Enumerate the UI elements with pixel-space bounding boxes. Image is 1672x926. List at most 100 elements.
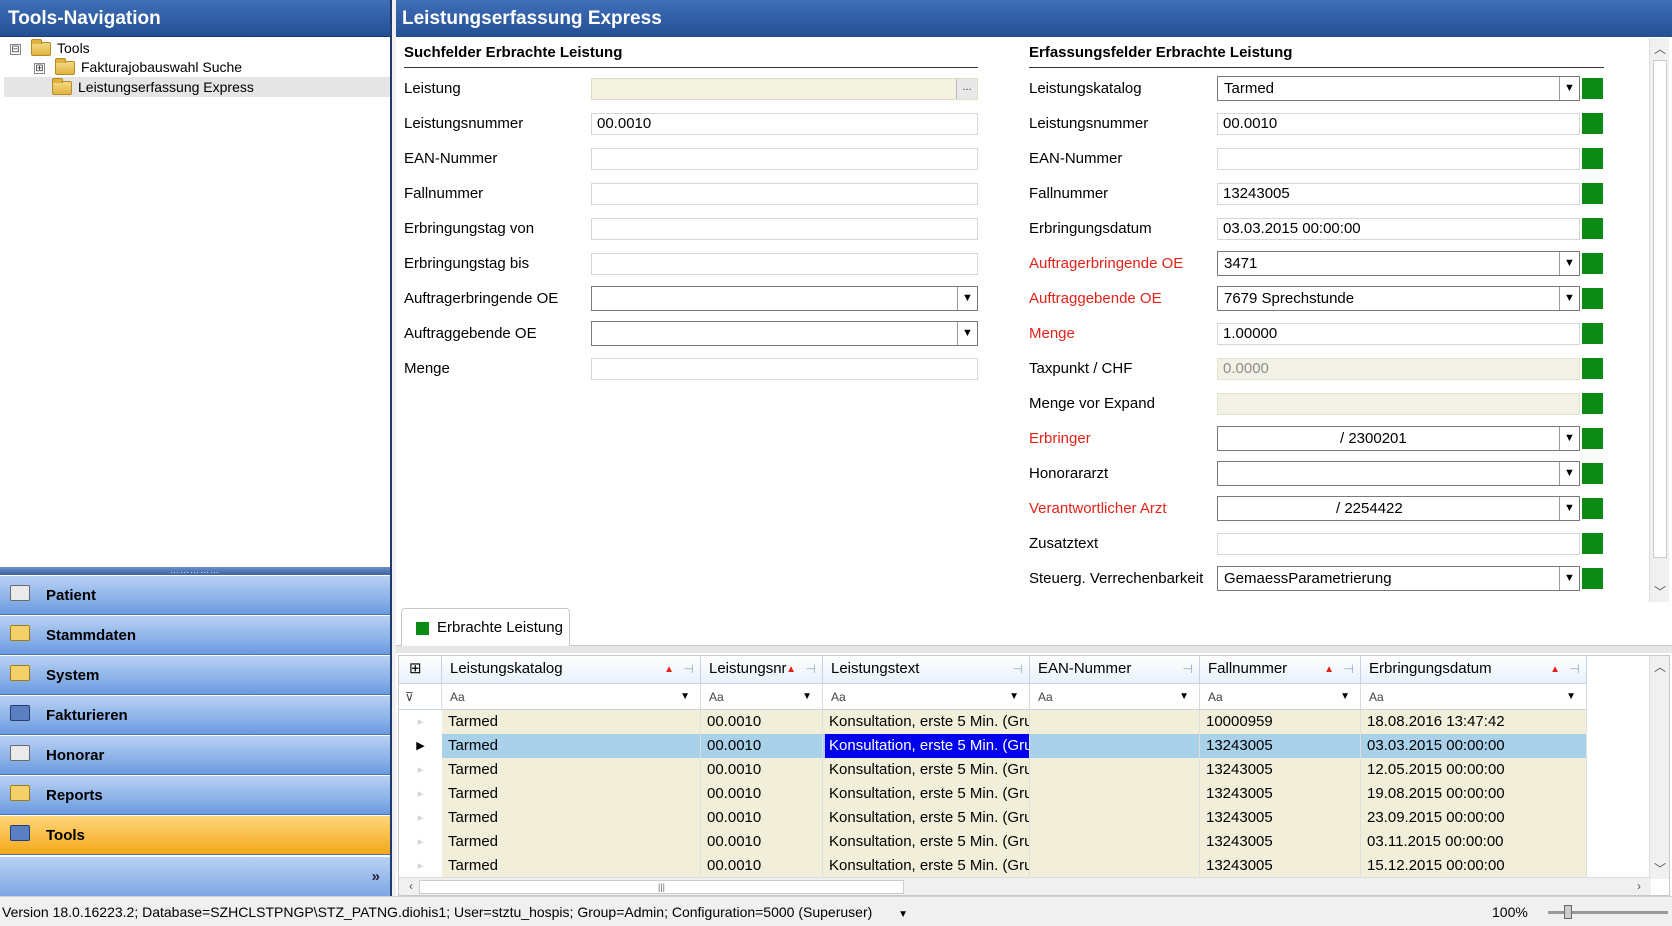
filter-leistungsnr[interactable]: Aa ▼ [701,684,823,710]
table-cell[interactable]: Tarmed [442,758,701,782]
table-cell[interactable]: Konsultation, erste 5 Min. (Grur [823,830,1030,854]
scroll-up-icon[interactable]: ︿ [1650,40,1670,57]
column-header-erbringungsdatum[interactable]: Erbringungsdatum ▲ ⊣ [1361,656,1587,684]
column-chooser-icon[interactable]: ⊞ [399,656,442,684]
table-cell[interactable]: 13243005 [1200,782,1361,806]
search-auftraggebende-oe-select[interactable]: ▼ [591,321,978,346]
nav-button-tools[interactable]: Tools [0,815,390,855]
chevron-down-icon[interactable]: ▼ [1559,427,1579,450]
row-selector[interactable]: ▸ [399,830,442,854]
table-cell[interactable]: Konsultation, erste 5 Min. (Grur [823,710,1030,734]
search-erbringungstag-bis-input[interactable] [591,253,978,275]
row-selector[interactable]: ▸ [399,782,442,806]
pin-icon[interactable]: ⊣ [1344,656,1354,682]
column-header-ean-nummer[interactable]: EAN-Nummer ⊣ [1030,656,1200,684]
table-cell[interactable]: 03.11.2015 00:00:00 [1361,830,1587,854]
filter-leistungskatalog[interactable]: Aa ▼ [442,684,701,710]
search-fallnummer-input[interactable] [591,183,978,205]
scroll-down-icon[interactable]: ﹀ [1650,583,1670,600]
filter-ean-nummer[interactable]: Aa ▼ [1030,684,1200,710]
navigation-splitter[interactable]: …………… [0,566,390,575]
chevron-down-icon[interactable]: ▼ [1009,684,1019,710]
entry-erbringer-select[interactable]: / 2300201 ▼ [1217,426,1580,451]
expand-icon[interactable]: ⊞ [34,62,45,74]
chevron-down-icon[interactable]: ▼ [898,909,908,920]
column-header-fallnummer[interactable]: Fallnummer ▲ ⊣ [1200,656,1361,684]
table-cell[interactable]: 00.0010 [701,854,823,878]
nav-button-stammdaten[interactable]: Stammdaten [0,615,390,655]
table-cell[interactable]: 00.0010 [701,806,823,830]
table-cell[interactable]: 00.0010 [701,782,823,806]
table-cell[interactable]: 15.12.2015 00:00:00 [1361,854,1587,878]
table-cell[interactable] [1030,854,1200,878]
table-cell[interactable]: 00.0010 [701,710,823,734]
filter-leistungstext[interactable]: Aa ▼ [823,684,1030,710]
scroll-down-icon[interactable]: ﹀ [1650,860,1669,877]
search-erbringungstag-von-input[interactable] [591,218,978,240]
table-cell[interactable] [1030,806,1200,830]
pin-icon[interactable]: ⊣ [1183,656,1193,682]
table-cell[interactable]: 23.09.2015 00:00:00 [1361,806,1587,830]
table-cell[interactable] [1030,758,1200,782]
chevron-down-icon[interactable]: ▼ [802,684,812,710]
grid-horizontal-scrollbar[interactable]: ‹ ||| › [399,877,1651,895]
search-leistung-input[interactable]: ... [591,78,978,100]
row-selector[interactable]: ▸ [399,806,442,830]
table-cell[interactable]: 13243005 [1200,734,1361,758]
entry-steuerg-verrechenbarkeit-select[interactable]: GemaessParametrierung ▼ [1217,566,1580,591]
chevron-double-right-icon[interactable]: » [372,868,380,885]
entry-menge-input[interactable]: 1.00000 [1217,323,1580,345]
entry-ean-input[interactable] [1217,148,1580,170]
table-cell[interactable]: 00.0010 [701,758,823,782]
table-cell[interactable]: 03.03.2015 00:00:00 [1361,734,1587,758]
table-cell[interactable]: 13243005 [1200,758,1361,782]
table-cell[interactable]: 13243005 [1200,854,1361,878]
search-auftragerbringende-oe-select[interactable]: ▼ [591,286,978,311]
table-cell[interactable]: 13243005 [1200,806,1361,830]
table-cell[interactable]: 10000959 [1200,710,1361,734]
entry-fallnummer-input[interactable]: 13243005 [1217,183,1580,205]
tab-erbrachte-leistung[interactable]: Erbrachte Leistung [401,608,570,646]
entry-erbringungsdatum-input[interactable]: 03.03.2015 00:00:00 [1217,218,1580,240]
table-cell[interactable]: 18.08.2016 13:47:42 [1361,710,1587,734]
scroll-left-icon[interactable]: ‹ [401,879,421,893]
pin-icon[interactable]: ⊣ [684,656,694,682]
table-cell[interactable]: 00.0010 [701,830,823,854]
zoom-slider-knob[interactable] [1564,905,1572,919]
chevron-down-icon[interactable]: ▼ [957,287,977,310]
table-cell[interactable]: Konsultation, erste 5 Min. (Grur [823,806,1030,830]
pin-icon[interactable]: ⊣ [806,656,816,682]
chevron-down-icon[interactable]: ▼ [1559,77,1579,100]
table-cell[interactable]: Tarmed [442,782,701,806]
search-menge-input[interactable] [591,358,978,380]
chevron-down-icon[interactable]: ▼ [680,684,690,710]
row-selector[interactable]: ▸ [399,758,442,782]
ellipsis-button[interactable]: ... [956,79,977,99]
search-leistungsnummer-input[interactable]: 00.0010 [591,113,978,135]
zoom-slider[interactable] [1548,905,1668,919]
entry-leistungskatalog-select[interactable]: Tarmed ▼ [1217,76,1580,101]
nav-overflow-button[interactable]: » [0,856,390,896]
collapse-icon[interactable]: ⊟ [10,43,21,55]
table-cell[interactable]: 13243005 [1200,830,1361,854]
chevron-down-icon[interactable]: ▼ [1566,684,1576,710]
table-cell[interactable]: Tarmed [442,830,701,854]
chevron-down-icon[interactable]: ▼ [1559,287,1579,310]
chevron-down-icon[interactable]: ▼ [1559,252,1579,275]
nav-button-fakturieren[interactable]: Fakturieren [0,695,390,735]
entry-honorararzt-select[interactable]: ▼ [1217,461,1580,486]
entry-auftragerbringende-oe-select[interactable]: 3471 ▼ [1217,251,1580,276]
nav-button-patient[interactable]: Patient [0,575,390,615]
pin-icon[interactable]: ⊣ [1570,656,1580,682]
filter-erbringungsdatum[interactable]: Aa ▼ [1361,684,1587,710]
table-cell[interactable]: Tarmed [442,710,701,734]
chevron-down-icon[interactable]: ▼ [1559,462,1579,485]
chevron-down-icon[interactable]: ▼ [957,322,977,345]
table-cell[interactable]: Tarmed [442,734,701,758]
column-header-leistungstext[interactable]: Leistungstext ⊣ [823,656,1030,684]
search-ean-input[interactable] [591,148,978,170]
table-cell[interactable]: Konsultation, erste 5 Min. (Grur [823,854,1030,878]
table-cell[interactable]: Tarmed [442,854,701,878]
nav-button-honorar[interactable]: Honorar [0,735,390,775]
filter-icon[interactable]: ⊽ [399,684,442,710]
